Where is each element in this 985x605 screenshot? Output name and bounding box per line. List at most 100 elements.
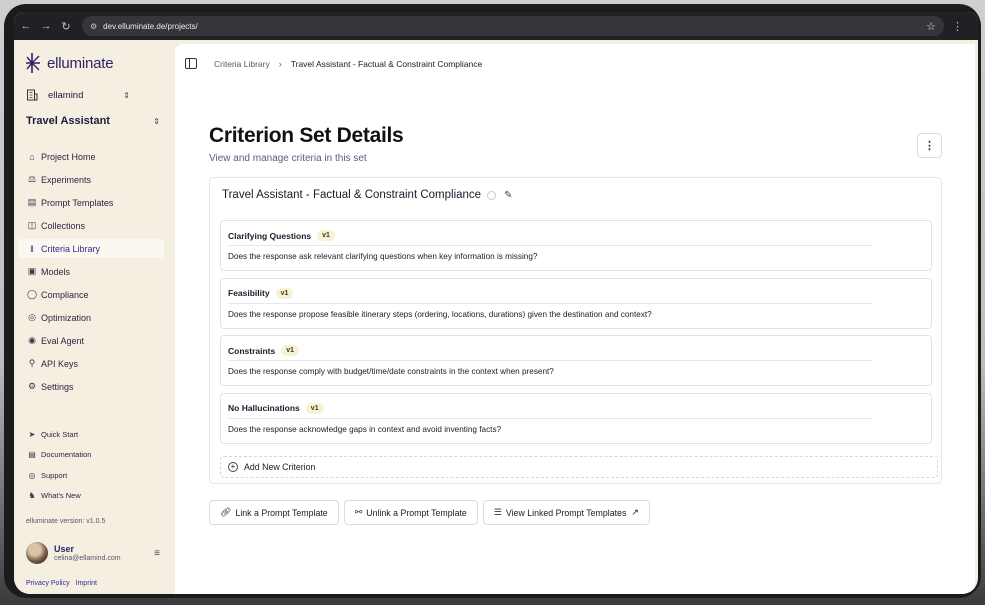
chevron-updown-icon: ⇕ — [123, 90, 130, 100]
chevron-right-icon: › — [278, 58, 282, 69]
sidebar-item-project-home[interactable]: ⌂ Project Home — [18, 147, 164, 166]
sidebar-item-label: Eval Agent — [41, 335, 85, 346]
reload-icon[interactable]: ↻ — [56, 16, 76, 36]
forward-icon[interactable]: → — [36, 16, 56, 36]
project-switcher[interactable]: Travel Assistant ⇕ — [26, 115, 160, 127]
sidebar-item-criteria-library[interactable]: ‖ Criteria Library — [18, 239, 164, 258]
link-whats-new[interactable]: ♞ What's New — [18, 488, 164, 504]
version-badge: v1 — [317, 230, 335, 241]
copy-icon[interactable] — [487, 190, 497, 200]
list-icon: ☰ — [493, 507, 502, 517]
home-icon: ⌂ — [29, 151, 35, 162]
criterion-set-name: Travel Assistant - Factual & Constraint … — [222, 189, 482, 201]
add-criterion-button[interactable]: + Add New Criterion — [220, 456, 938, 478]
brand-logo[interactable]: elluminate — [25, 52, 114, 74]
address-bar[interactable]: ⚙ dev.elluminate.de/projects/ ☆ — [82, 16, 944, 36]
cube-icon: ▣ — [27, 266, 37, 276]
more-vert-icon[interactable]: ⋮ — [952, 20, 963, 33]
link-support[interactable]: ◎ Support — [18, 467, 164, 483]
user-info: User celina@ellamind.com — [54, 544, 121, 562]
criterion-title: Feasibility v1 — [228, 287, 294, 299]
button-label: Link a Prompt Template — [235, 507, 328, 518]
org-switcher[interactable]: ellamind ⇕ — [26, 89, 130, 101]
criterion-name: Clarifying Questions — [228, 230, 312, 241]
link-label: Quick Start — [41, 429, 79, 439]
chevron-updown-icon: ⇕ — [153, 116, 160, 126]
more-vert-icon: ⋮ — [924, 140, 935, 152]
link-label: What's New — [41, 491, 81, 500]
criterion-description: Does the response propose feasible itine… — [228, 309, 652, 319]
edit-pencil-icon[interactable]: ✎ — [504, 190, 512, 201]
sidebar-nav: ⌂ Project Home ⚖ Experiments ▤ Prompt Te… — [18, 147, 164, 400]
shield-icon: ◯ — [26, 289, 38, 299]
criterion-description: Does the response ask relevant clarifyin… — [228, 252, 538, 261]
site-settings-icon[interactable]: ⚙ — [90, 22, 97, 31]
criterion-name: No Hallucinations — [228, 403, 300, 413]
privacy-policy-link[interactable]: Privacy Policy — [26, 580, 70, 587]
sidebar-item-label: API Keys — [41, 358, 79, 369]
link-quick-start[interactable]: ➤ Quick Start — [18, 426, 164, 442]
gear-icon: ⚙ — [27, 381, 37, 391]
sidebar-item-settings[interactable]: ⚙ Settings — [18, 377, 164, 396]
menu-icon[interactable]: ≡ — [154, 548, 160, 559]
version-badge: v1 — [281, 345, 300, 356]
library-icon: ‖ — [30, 243, 34, 254]
link-prompt-template-button[interactable]: 🔗︎ Link a Prompt Template — [209, 500, 339, 525]
link-documentation[interactable]: ▤ Documentation — [18, 447, 164, 463]
sidebar-links: ➤ Quick Start ▤ Documentation ◎ Support … — [18, 426, 164, 508]
imprint-link[interactable]: Imprint — [76, 580, 97, 587]
rocket-icon: ➤ — [28, 429, 36, 439]
sidebar-item-experiments[interactable]: ⚖ Experiments — [18, 170, 164, 189]
bell-icon: ♞ — [28, 491, 36, 500]
sidebar-item-compliance[interactable]: ◯ Compliance — [18, 285, 164, 304]
sidebar-item-eval-agent[interactable]: ◉ Eval Agent — [18, 331, 164, 350]
criterion-item[interactable]: Constraints v1 Does the response comply … — [220, 335, 932, 386]
button-label: Unlink a Prompt Template — [366, 507, 467, 518]
version-text: elluminate version: v1.0.5 — [26, 518, 106, 525]
sidebar-item-collections[interactable]: ◫ Collections — [18, 216, 164, 235]
plus-circle-icon: + — [228, 462, 238, 472]
sidebar-item-optimization[interactable]: ◎ Optimization — [18, 308, 164, 327]
criterion-item[interactable]: No Hallucinations v1 Does the response a… — [220, 392, 932, 444]
document-icon: ▤ — [27, 197, 37, 207]
sidebar-item-prompt-templates[interactable]: ▤ Prompt Templates — [18, 193, 164, 212]
key-icon: ⚲ — [28, 358, 36, 368]
unlink-icon: ⚯ — [354, 507, 363, 517]
criterion-description: Does the response comply with budget/tim… — [228, 367, 554, 376]
lifebuoy-icon: ◎ — [28, 470, 36, 480]
criterion-name: Feasibility — [228, 288, 270, 298]
criterion-item[interactable]: Feasibility v1 Does the response propose… — [220, 277, 932, 329]
bookmark-star-icon[interactable]: ☆ — [926, 20, 936, 33]
sidebar-item-label: Experiments — [41, 174, 92, 185]
user-menu[interactable]: User celina@ellamind.com ≡ — [26, 542, 160, 564]
criterion-description: Does the response acknowledge gaps in co… — [228, 424, 502, 434]
divider — [228, 245, 873, 246]
top-bar: Criteria Library › Travel Assistant - Fa… — [185, 58, 482, 69]
building-icon — [27, 89, 38, 101]
divider — [228, 417, 873, 419]
criterion-title: Constraints v1 — [228, 345, 300, 356]
bot-icon: ◉ — [28, 335, 36, 345]
view-linked-templates-button[interactable]: ☰ View Linked Prompt Templates ↗ — [482, 500, 650, 525]
criterion-set-card: Travel Assistant - Factual & Constraint … — [209, 177, 942, 484]
user-name: User — [54, 544, 75, 554]
book-icon: ▤ — [28, 450, 36, 459]
back-icon[interactable]: ← — [16, 16, 36, 36]
project-name: Travel Assistant — [26, 115, 110, 127]
version-badge: v1 — [275, 287, 294, 299]
criterion-title: No Hallucinations v1 — [228, 402, 324, 414]
external-arrow-icon: ↗ — [631, 507, 639, 517]
sidebar-toggle-icon[interactable] — [185, 58, 197, 69]
criterion-item[interactable]: Clarifying Questions v1 Does the respons… — [220, 220, 932, 271]
breadcrumb-parent[interactable]: Criteria Library — [214, 59, 270, 69]
target-icon: ◎ — [28, 312, 36, 322]
unlink-prompt-template-button[interactable]: ⚯ Unlink a Prompt Template — [343, 500, 478, 525]
sidebar-item-models[interactable]: ▣ Models — [18, 262, 164, 281]
org-name: ellamind — [48, 89, 84, 101]
action-buttons: 🔗︎ Link a Prompt Template ⚯ Unlink a Pro… — [209, 500, 655, 525]
sidebar-item-api-keys[interactable]: ⚲ API Keys — [18, 354, 164, 373]
browser-toolbar: ← → ↻ ⚙ dev.elluminate.de/projects/ ☆ ⋮ — [14, 12, 978, 40]
divider — [228, 302, 873, 304]
more-options-button[interactable]: ⋮ — [917, 133, 942, 158]
legal-links: Privacy Policy Imprint — [26, 580, 101, 587]
